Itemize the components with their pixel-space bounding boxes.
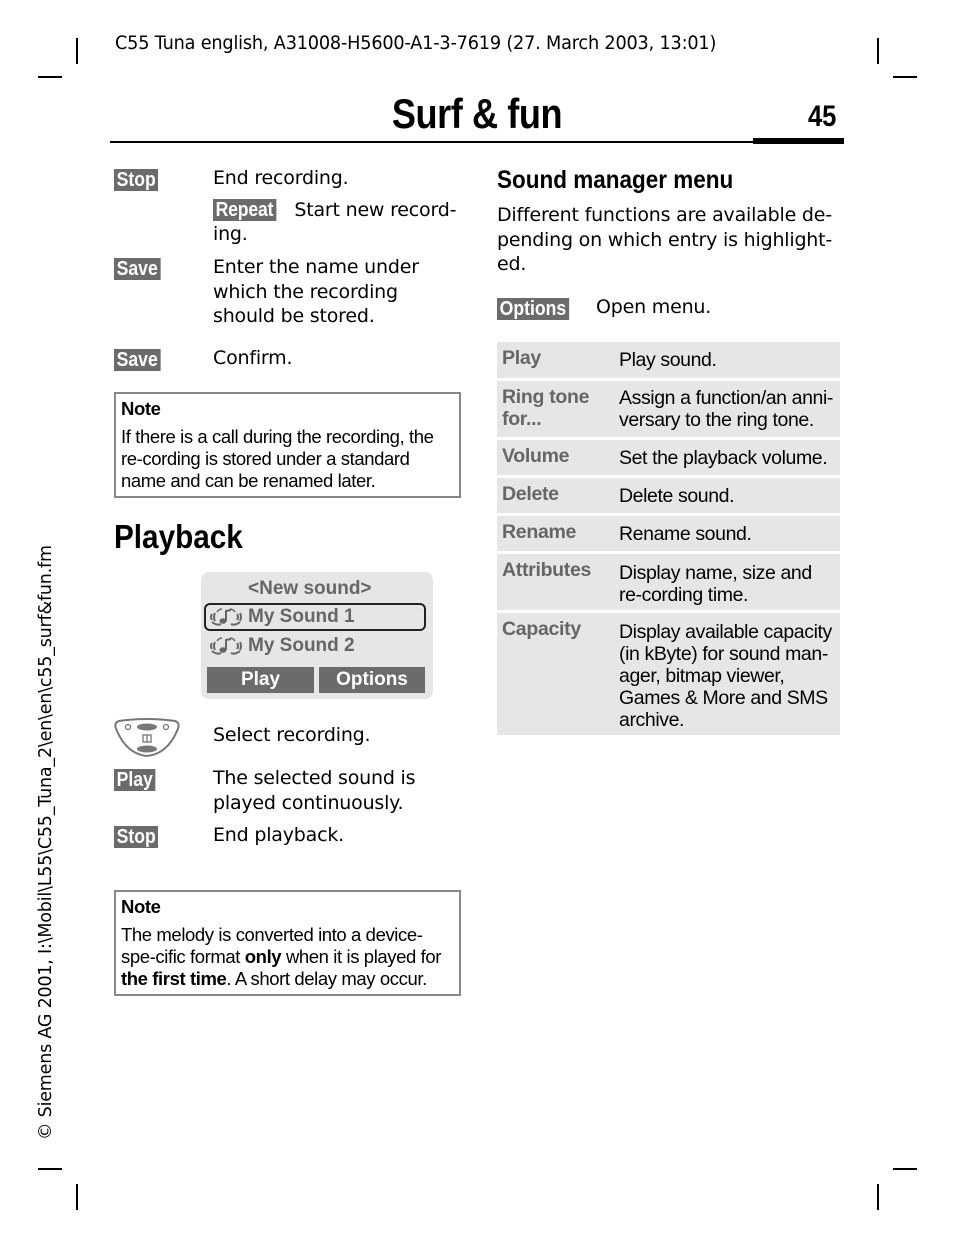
menu-item-desc: Assign a function/an anni-versary to the… (619, 387, 833, 431)
page-number: 45 (808, 100, 837, 133)
menu-item-name: Volume (502, 445, 570, 467)
menu-row-attributes: Attributes Display name, size and re-cor… (497, 554, 840, 610)
note-body: If there is a call during the recording,… (121, 426, 434, 491)
header-rule (110, 141, 755, 143)
note-body: The melody is converted into a device-sp… (121, 924, 453, 990)
menu-item-name: Attributes (502, 559, 592, 581)
softkey-play: Play (114, 769, 156, 791)
softkey-repeat: Repeat (213, 198, 276, 221)
step-text: Select recording. (213, 724, 371, 746)
note-emphasis: only (244, 946, 282, 967)
softkey-stop: Stop (114, 826, 159, 848)
menu-item-desc: Rename sound. (619, 523, 752, 545)
chapter-title: Surf & fun (391, 90, 563, 137)
screen-item-label: My Sound 2 (248, 635, 355, 656)
step-text: End recording. (213, 167, 349, 189)
nav-key-icon (114, 718, 180, 758)
menu-item-name: Rename (502, 521, 577, 543)
running-header: C55 Tuna english, A31008-H5600-A1-3-7619… (115, 32, 717, 54)
screen-softkey-options[interactable]: Options (319, 667, 425, 693)
step-text: Confirm. (213, 347, 293, 369)
step-text: End playback. (213, 824, 344, 846)
crop-mark (76, 38, 78, 64)
screen-item-label: <New sound> (248, 578, 372, 599)
music-note-icon (210, 608, 242, 626)
step-description: End recording. Repeat Start new record-i… (213, 166, 463, 247)
note-title: Note (121, 398, 161, 419)
phone-screen: <New sound> My Sound 1 My Sound 2 Play O… (201, 572, 433, 699)
softkey-save: Save (114, 349, 161, 371)
menu-item-name: Capacity (502, 618, 581, 640)
softkey-options: Options (497, 298, 569, 320)
crop-mark (877, 1184, 879, 1210)
section-title-sound-manager-menu: Sound manager menu (497, 166, 734, 194)
crop-mark (893, 1168, 917, 1170)
menu-row-play: Play Play sound. (497, 342, 840, 378)
crop-mark (76, 1184, 78, 1210)
menu-row-ring-tone-for: Ring tone for... Assign a function/an an… (497, 381, 840, 437)
note-text: . A short delay may occur. (226, 968, 427, 989)
menu-item-desc: Play sound. (619, 349, 717, 371)
softkey-save: Save (114, 258, 161, 280)
note-box-melody: Note The melody is converted into a devi… (114, 890, 461, 996)
note-title: Note (121, 896, 161, 917)
screen-item-label: My Sound 1 (248, 606, 355, 627)
softkey-stop: Stop (114, 169, 159, 191)
menu-item-name: Delete (502, 483, 559, 505)
screen-softkey-play[interactable]: Play (207, 667, 314, 693)
screen-item-new-sound[interactable]: <New sound> (201, 575, 433, 603)
menu-item-desc: Display name, size and re-cording time. (619, 562, 812, 606)
note-text: when it is played for (281, 946, 442, 967)
menu-row-rename: Rename Rename sound. (497, 516, 840, 551)
menu-item-name: Play (502, 347, 541, 369)
menu-item-desc: Display available capacity (in kByte) fo… (619, 621, 832, 731)
intro-paragraph: Different functions are available de-pen… (497, 204, 833, 275)
note-emphasis: the first time (121, 968, 227, 989)
step-text: Enter the name under which the recording… (213, 256, 419, 327)
sound-manager-menu-table: Play Play sound. Ring tone for... Assign… (497, 342, 840, 738)
section-title-playback: Playback (114, 518, 243, 555)
crop-mark (893, 76, 917, 78)
music-note-icon (210, 637, 242, 655)
crop-mark (38, 1168, 62, 1170)
sub-step: Repeat Start new record-ing. (213, 198, 463, 247)
menu-row-capacity: Capacity Display available capacity (in … (497, 613, 840, 735)
step-text: The selected sound is played continuousl… (213, 767, 416, 814)
screen-item-my-sound-2[interactable]: My Sound 2 (201, 632, 433, 660)
crop-mark (877, 38, 879, 64)
menu-row-volume: Volume Set the playback volume. (497, 440, 840, 475)
crop-mark (38, 76, 62, 78)
screen-item-my-sound-1[interactable]: My Sound 1 (204, 603, 426, 631)
step-text: Open menu. (596, 296, 712, 318)
page-number-bar (753, 138, 844, 144)
menu-item-desc: Set the playback volume. (619, 447, 828, 469)
menu-item-name: Ring tone for... (502, 386, 590, 430)
menu-item-desc: Delete sound. (619, 485, 735, 507)
copyright-path: © Siemens AG 2001, I:\Mobil\L55\C55_Tuna… (36, 545, 56, 1140)
note-box-recording: Note If there is a call during the recor… (114, 392, 461, 498)
menu-row-delete: Delete Delete sound. (497, 478, 840, 513)
